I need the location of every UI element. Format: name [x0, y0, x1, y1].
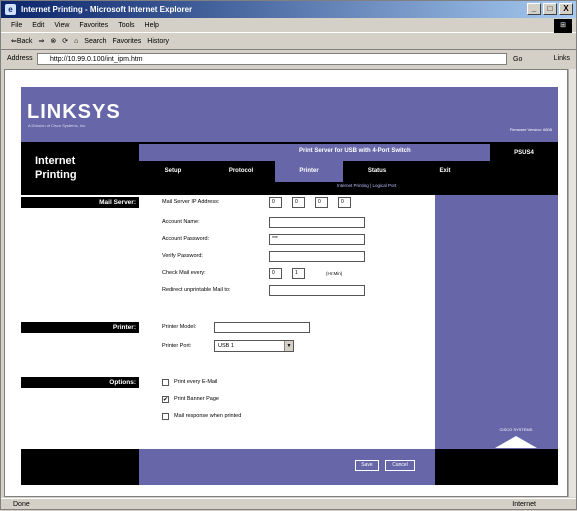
mail-response-label: Mail response when printed [174, 413, 242, 419]
menu-view[interactable]: View [54, 19, 69, 32]
product-strip: Print Server for USB with 4-Port Switch … [139, 142, 558, 163]
verify-password-input[interactable] [269, 251, 365, 262]
check-mail-unit: (Hr:Min) [326, 271, 343, 276]
printer-model-label: Printer Model: [162, 324, 197, 330]
cisco-logo: CISCO SYSTEMS [491, 427, 541, 449]
maximize-button[interactable]: □ [543, 3, 557, 15]
menu-help[interactable]: Help [145, 19, 159, 32]
menu-bar: File Edit View Favorites Tools Help ⊞ [1, 19, 576, 33]
search-button[interactable]: Search [84, 34, 106, 49]
mail-ip-octet-2[interactable]: 0 [292, 197, 305, 208]
button-bar: Save Cancel [139, 449, 435, 485]
bottom-bar: Save Cancel [21, 449, 558, 485]
title-bar: e Internet Printing - Microsoft Internet… [1, 1, 576, 18]
verify-password-label: Verify Password: [162, 253, 203, 259]
tab-protocol[interactable]: Protocol [207, 161, 275, 182]
forward-button[interactable]: ⇒ [38, 34, 44, 49]
form-body: Mail Server: Mail Server IP Address: 0 0… [21, 195, 558, 449]
links-button[interactable]: Links [554, 51, 570, 67]
browser-window: e Internet Printing - Microsoft Internet… [0, 0, 577, 510]
account-password-input[interactable]: *** [269, 234, 365, 245]
linksys-logo: LINKSYS [27, 101, 121, 123]
tab-exit[interactable]: Exit [411, 161, 479, 182]
menu-file[interactable]: File [11, 19, 22, 32]
section-printer: Printer: [21, 322, 139, 333]
menu-tools[interactable]: Tools [118, 19, 134, 32]
print-banner-label: Print Banner Page [174, 396, 219, 402]
mail-ip-octet-1[interactable]: 0 [269, 197, 282, 208]
redirect-input[interactable] [269, 285, 365, 296]
printer-port-value: USB 1 [218, 343, 234, 349]
save-button[interactable]: Save [355, 460, 379, 471]
refresh-button[interactable]: ⟳ [62, 34, 68, 49]
status-text: Done [13, 501, 30, 508]
tab-printer[interactable]: Printer [275, 161, 343, 182]
cancel-button[interactable]: Cancel [385, 460, 415, 471]
nav-bar: Print Server for USB with 4-Port Switch … [139, 142, 558, 195]
printer-model-input[interactable] [214, 322, 310, 333]
account-name-input[interactable] [269, 217, 365, 228]
tab-row: Setup Protocol Printer Status Exit [139, 161, 558, 182]
minimize-button[interactable]: _ [527, 3, 541, 15]
section-options: Options: [21, 377, 139, 388]
address-label: Address [7, 55, 33, 62]
menu-edit[interactable]: Edit [32, 19, 44, 32]
print-banner-checkbox[interactable]: ✔ [162, 396, 169, 403]
page-title-line1: Internet [35, 155, 76, 167]
tab-status[interactable]: Status [343, 161, 411, 182]
toolbar: ⇐Back ⇒ ⊗ ⟳ ⌂ Search Favorites History [1, 34, 576, 50]
status-bar: Done Internet [1, 498, 576, 510]
product-name: Print Server for USB with 4-Port Switch [299, 148, 411, 154]
check-mail-hours-input[interactable]: 0 [269, 268, 282, 279]
account-password-label: Account Password: [162, 236, 210, 242]
vertical-scrollbar[interactable] [568, 69, 576, 497]
history-button[interactable]: History [147, 34, 169, 49]
app-title-block: Internet Printing [21, 142, 139, 195]
page-title-line2: Printing [35, 169, 77, 181]
account-name-label: Account Name: [162, 219, 200, 225]
menu-favorites[interactable]: Favorites [79, 19, 108, 32]
section-mail-server: Mail Server: [21, 197, 139, 208]
chevron-down-icon[interactable]: ▼ [284, 341, 293, 351]
printer-port-label: Printer Port: [162, 343, 192, 349]
close-button[interactable]: X [559, 3, 573, 15]
print-every-email-label: Print every E-Mail [174, 379, 218, 385]
mail-ip-label: Mail Server IP Address: [162, 199, 220, 205]
redirect-label: Redirect unprintable Mail to: [162, 287, 231, 293]
printer-port-select[interactable]: USB 1 ▼ [214, 340, 294, 352]
router-page: LINKSYS A Division of Cisco Systems, Inc… [21, 87, 558, 485]
header-banner: LINKSYS A Division of Cisco Systems, Inc… [21, 87, 558, 142]
subnav-links[interactable]: Internet Printing | Logical Port [337, 183, 396, 188]
tab-setup[interactable]: Setup [139, 161, 207, 182]
stop-button[interactable]: ⊗ [50, 34, 56, 49]
brand-subtitle: A Division of Cisco Systems, Inc. [28, 123, 87, 128]
check-mail-label: Check Mail every: [162, 270, 206, 276]
home-button[interactable]: ⌂ [74, 34, 78, 49]
firmware-version: Firmware Version: 6808 [509, 127, 552, 132]
address-input[interactable]: http://10.99.0.100/int_ipm.htm [37, 53, 507, 65]
print-every-email-checkbox[interactable] [162, 379, 169, 386]
go-button[interactable]: Go [513, 52, 522, 68]
mail-ip-octet-4[interactable]: 0 [338, 197, 351, 208]
cisco-bridge-icon [495, 436, 537, 448]
page-viewport: LINKSYS A Division of Cisco Systems, Inc… [4, 69, 568, 497]
ie-icon: e [5, 4, 16, 15]
mail-response-checkbox[interactable] [162, 413, 169, 420]
window-title: Internet Printing - Microsoft Internet E… [21, 5, 193, 14]
zone-indicator: Internet [512, 501, 536, 508]
window-controls: _ □ X [527, 3, 573, 15]
windows-logo-icon: ⊞ [554, 19, 572, 33]
mail-ip-octet-3[interactable]: 0 [315, 197, 328, 208]
address-bar: Address http://10.99.0.100/int_ipm.htm G… [1, 51, 576, 67]
check-mail-minutes-input[interactable]: 1 [292, 268, 305, 279]
back-button[interactable]: ⇐Back [11, 34, 32, 49]
page-title: Internet Printing [35, 154, 77, 182]
favorites-button[interactable]: Favorites [112, 34, 141, 49]
right-panel [435, 195, 558, 449]
